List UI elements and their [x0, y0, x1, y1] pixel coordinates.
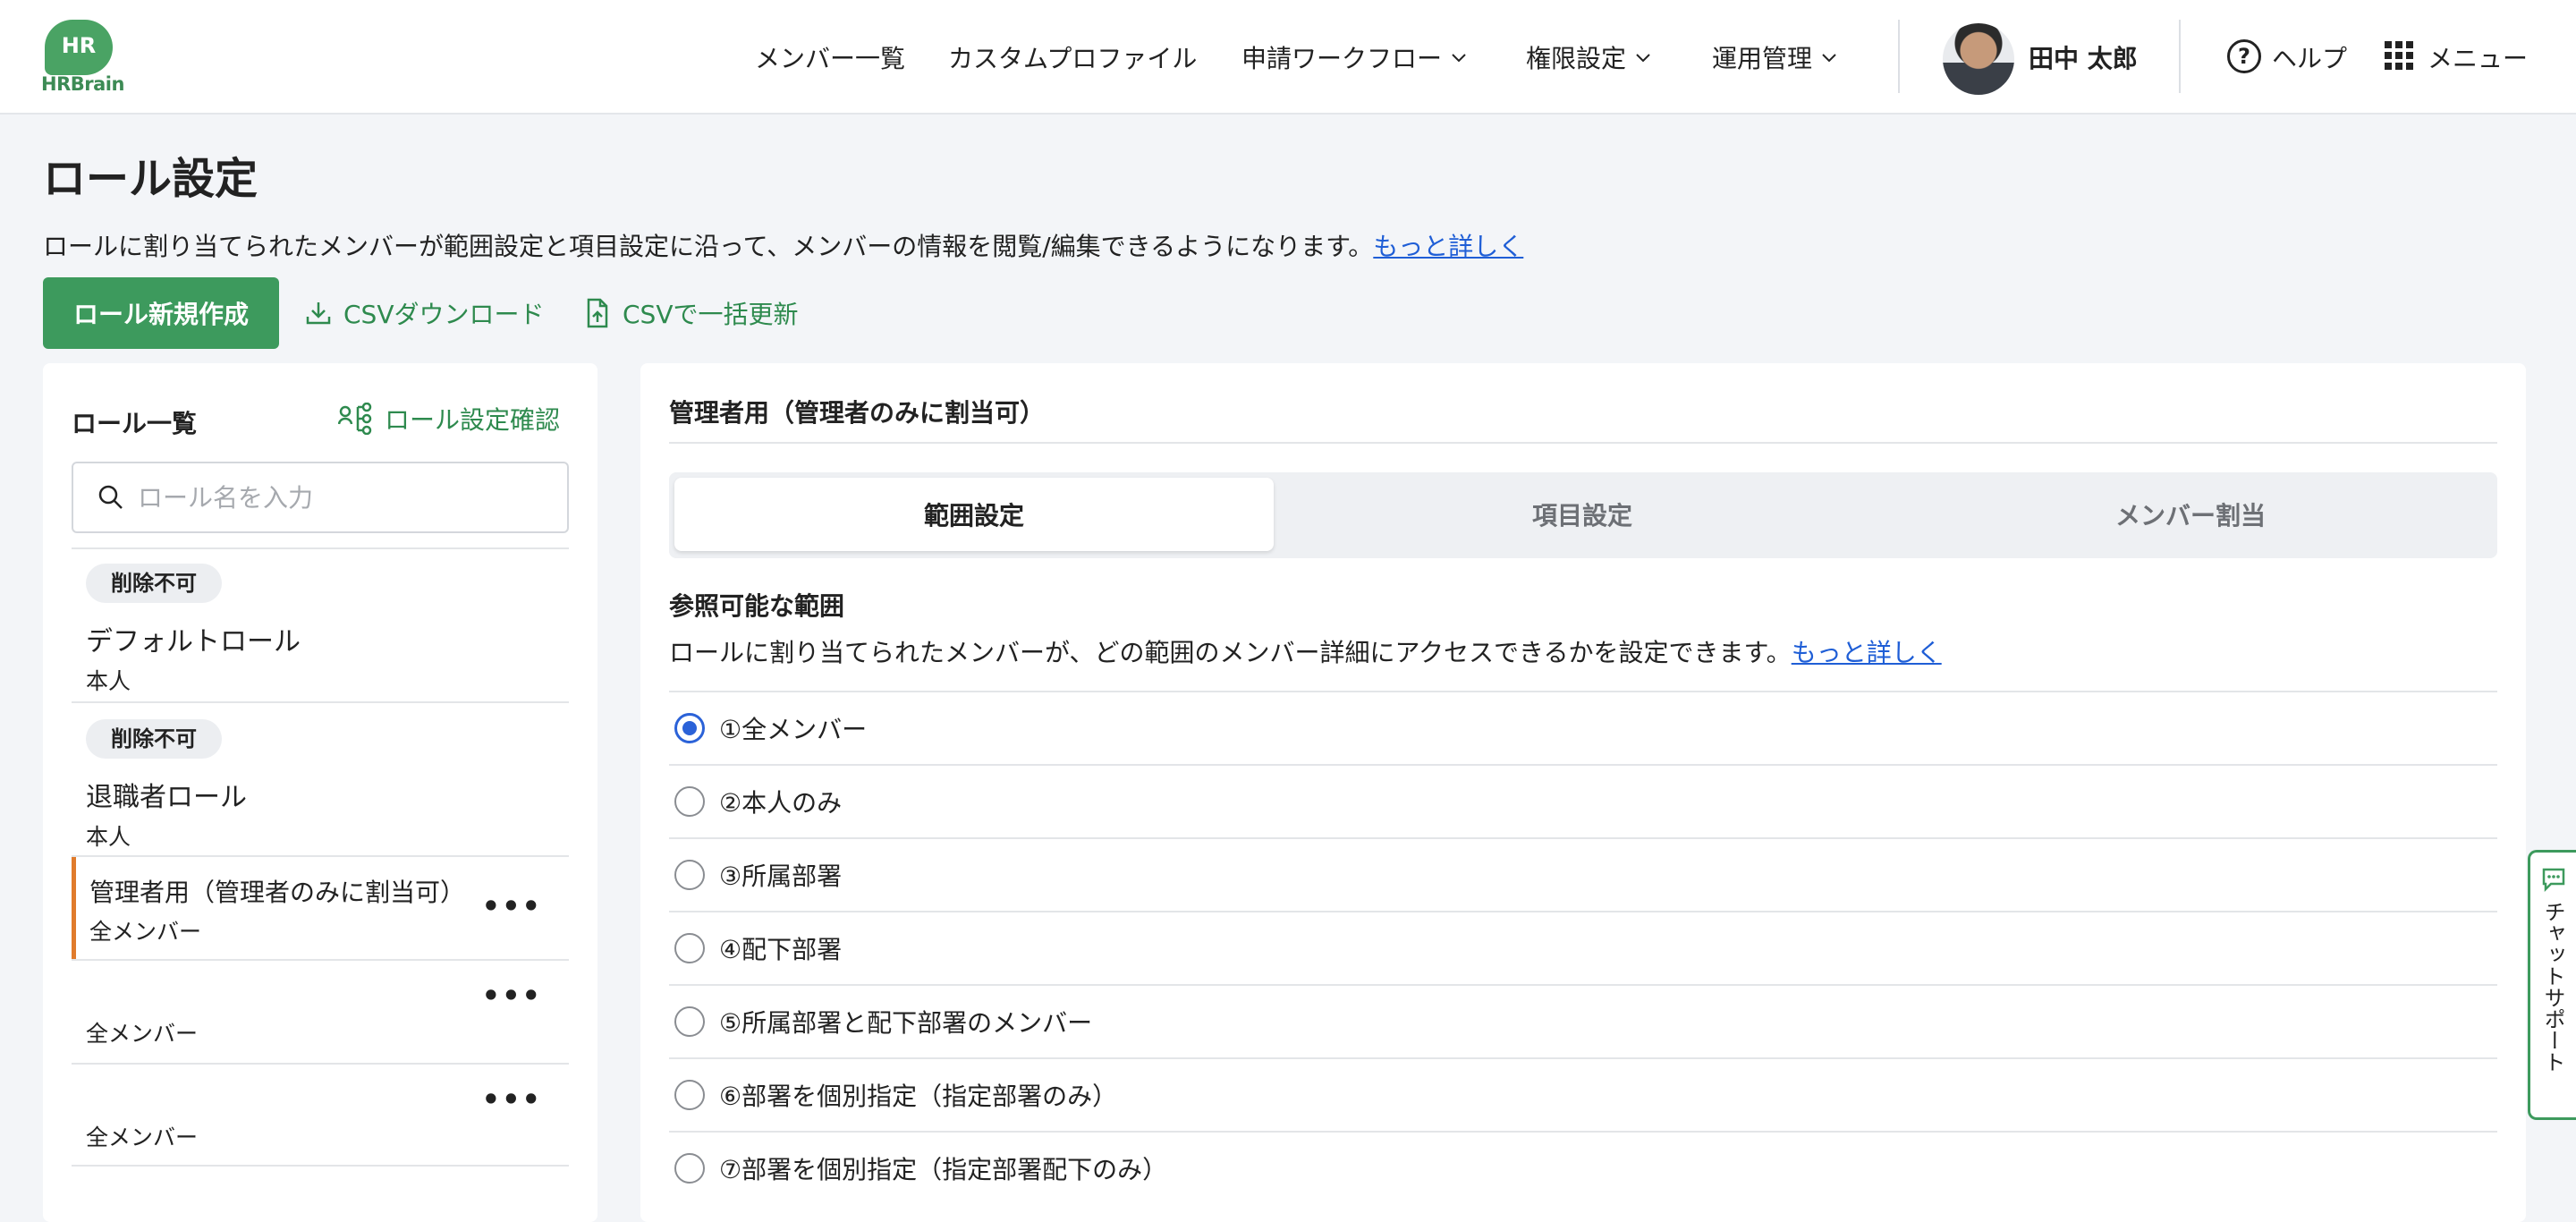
top-header: HR HRBrain メンバー一覧 カスタムプロファイル 申請ワークフロー 権限… — [0, 0, 2576, 115]
scope-option-own-department[interactable]: ③所属部署 — [669, 837, 2497, 911]
divider — [669, 442, 2497, 444]
more-options-icon[interactable]: ••• — [482, 979, 542, 1013]
section-title: 参照可能な範囲 — [669, 591, 845, 621]
logo-wordmark: HRBrain — [41, 73, 124, 95]
chevron-down-icon — [1452, 54, 1466, 63]
role-scope: 全メンバー — [89, 919, 202, 945]
chat-bubble-icon — [2542, 868, 2564, 892]
app-grid-icon[interactable] — [2385, 41, 2413, 70]
role-name: デフォルトロール — [86, 626, 301, 658]
more-options-icon[interactable]: ••• — [482, 1082, 542, 1116]
option-label: ⑦部署を個別指定（指定部署配下のみ） — [719, 1155, 1168, 1184]
scope-option-all-members[interactable]: ①全メンバー — [669, 691, 2497, 764]
section-description-text: ロールに割り当てられたメンバーが、どの範囲のメンバー詳細にアクセスできるかを設定… — [669, 638, 1792, 667]
role-list-item[interactable]: 全メンバー ••• — [72, 1063, 569, 1167]
csv-download-label: CSVダウンロード — [343, 300, 545, 329]
tab-member-assignment[interactable]: メンバー割当 — [1891, 478, 2490, 551]
radio-button[interactable] — [674, 933, 705, 963]
search-icon — [98, 485, 123, 509]
role-scope: 本人 — [86, 824, 131, 850]
undeletable-badge: 削除不可 — [86, 719, 222, 759]
option-label: ④配下部署 — [719, 935, 843, 964]
chevron-down-icon — [1636, 54, 1650, 63]
nav-permissions[interactable]: 権限設定 — [1526, 39, 1651, 75]
chevron-down-icon — [1822, 54, 1836, 63]
section-learn-more-link[interactable]: もっと詳しく — [1792, 638, 1942, 667]
option-label: ②本人のみ — [719, 788, 843, 818]
radio-button[interactable] — [674, 1006, 705, 1037]
role-name: 管理者用（管理者のみに割当可） — [89, 878, 466, 907]
nav-custom-profile[interactable]: カスタムプロファイル — [948, 39, 1197, 75]
role-settings-check-link[interactable]: ロール設定確認 — [338, 401, 560, 437]
option-label: ①全メンバー — [719, 715, 868, 744]
option-label: ⑥部署を個別指定（指定部署のみ） — [719, 1082, 1118, 1111]
role-search-input[interactable] — [138, 482, 549, 513]
settings-tabs: 範囲設定 項目設定 メンバー割当 — [669, 472, 2497, 558]
csv-bulk-update-label: CSVで一括更新 — [623, 300, 799, 329]
role-scope: 本人 — [86, 668, 131, 694]
option-label: ⑤所属部署と配下部署のメンバー — [719, 1008, 1093, 1038]
radio-button[interactable] — [674, 1080, 705, 1110]
scope-option-subordinate-departments[interactable]: ④配下部署 — [669, 911, 2497, 984]
role-list-item-admin[interactable]: 管理者用（管理者のみに割当可） 全メンバー ••• — [72, 855, 569, 961]
role-search-box[interactable] — [72, 462, 569, 533]
radio-button[interactable] — [674, 786, 705, 817]
role-scope: 全メンバー — [86, 1124, 199, 1150]
role-settings-check-label: ロール設定確認 — [385, 405, 561, 435]
user-name[interactable]: 田中 太郎 — [2029, 39, 2138, 75]
avatar[interactable] — [1943, 23, 2014, 95]
more-options-icon[interactable]: ••• — [482, 889, 542, 923]
role-list-item-retired[interactable]: 削除不可 退職者ロール 本人 — [72, 701, 569, 855]
tab-field-settings[interactable]: 項目設定 — [1283, 478, 1882, 551]
csv-bulk-update-button[interactable]: CSVで一括更新 — [583, 295, 798, 331]
hrbrain-logo[interactable]: HR HRBrain — [41, 20, 124, 95]
menu-link[interactable]: メニュー — [2428, 39, 2528, 75]
option-label: ③所属部署 — [719, 861, 843, 891]
new-role-button[interactable]: ロール新規作成 — [43, 277, 279, 349]
section-description: ロールに割り当てられたメンバーが、どの範囲のメンバー詳細にアクセスできるかを設定… — [669, 633, 1942, 669]
chat-support-tab[interactable]: チャットサポート — [2528, 850, 2576, 1120]
help-link[interactable]: ヘルプ — [2272, 39, 2347, 75]
csv-download-button[interactable]: CSVダウンロード — [304, 295, 544, 331]
nav-workflow[interactable]: 申請ワークフロー — [1241, 39, 1467, 75]
header-divider — [2179, 20, 2181, 93]
nav-label: 申請ワークフロー — [1241, 44, 1443, 73]
role-scope: 全メンバー — [86, 1021, 199, 1047]
radio-button[interactable] — [674, 860, 705, 890]
role-name: 退職者ロール — [86, 782, 247, 813]
scope-option-specified-departments[interactable]: ⑥部署を個別指定（指定部署のみ） — [669, 1057, 2497, 1131]
role-list-panel: ロール一覧 ロール設定確認 削除不可 デフォルトロール 本人 削除不可 退職者ロ… — [43, 363, 597, 1222]
nav-label: 運用管理 — [1712, 44, 1813, 73]
nav-label: カスタムプロファイル — [948, 44, 1198, 73]
header-divider — [1898, 20, 1900, 93]
learn-more-link[interactable]: もっと詳しく — [1373, 232, 1523, 261]
role-detail-title: 管理者用（管理者のみに割当可） — [669, 398, 1046, 428]
radio-button[interactable] — [674, 1153, 705, 1184]
chat-support-label: チャットサポート — [2540, 901, 2565, 1073]
selected-indicator — [72, 857, 76, 961]
nav-operations[interactable]: 運用管理 — [1712, 39, 1837, 75]
role-list-item-default[interactable]: 削除不可 デフォルトロール 本人 — [72, 547, 569, 701]
scope-option-specified-subordinate[interactable]: ⑦部署を個別指定（指定部署配下のみ） — [669, 1131, 2497, 1204]
file-upload-icon — [587, 298, 608, 328]
description-text: ロールに割り当てられたメンバーが範囲設定と項目設定に沿って、メンバーの情報を閲覧… — [43, 232, 1374, 261]
undeletable-badge: 削除不可 — [86, 564, 222, 603]
scope-option-self-only[interactable]: ②本人のみ — [669, 764, 2497, 837]
role-list-item[interactable]: 全メンバー ••• — [72, 959, 569, 1063]
help-icon[interactable]: ? — [2227, 39, 2261, 73]
tab-scope-settings[interactable]: 範囲設定 — [674, 478, 1274, 551]
nav-label: メンバー一覧 — [755, 44, 906, 73]
logo-bubble: HR — [45, 20, 113, 75]
scope-option-own-and-subordinate[interactable]: ⑤所属部署と配下部署のメンバー — [669, 984, 2497, 1057]
role-detail-panel: 管理者用（管理者のみに割当可） 範囲設定 項目設定 メンバー割当 参照可能な範囲… — [640, 363, 2526, 1222]
page-description: ロールに割り当てられたメンバーが範囲設定と項目設定に沿って、メンバーの情報を閲覧… — [43, 227, 1523, 263]
role-tree-icon — [338, 403, 372, 435]
radio-button[interactable] — [674, 713, 705, 743]
nav-member-list[interactable]: メンバー一覧 — [755, 39, 905, 75]
nav-label: 権限設定 — [1526, 44, 1627, 73]
page-title: ロール設定 — [43, 154, 258, 204]
download-icon — [306, 302, 331, 325]
role-list-title: ロール一覧 — [72, 409, 198, 438]
